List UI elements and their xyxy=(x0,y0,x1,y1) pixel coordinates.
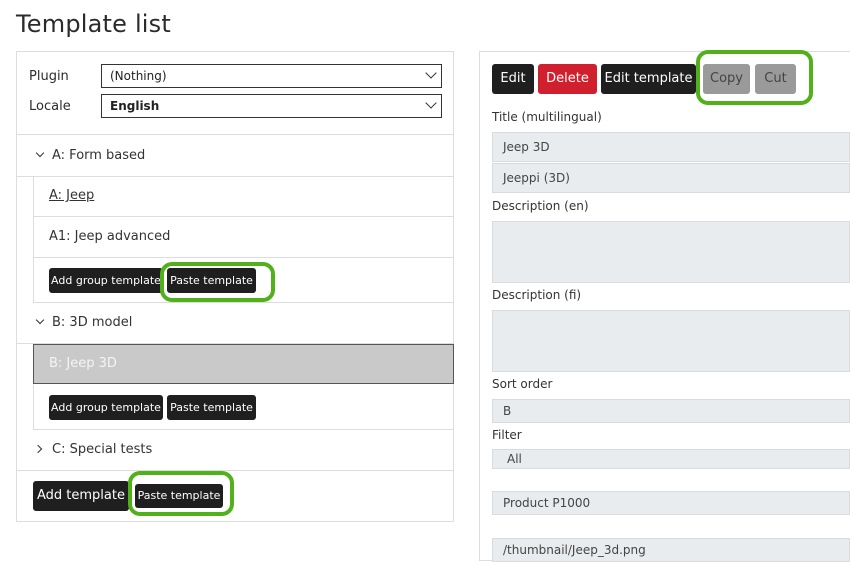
copy-cut-highlight-ring xyxy=(696,50,813,105)
group-a-header[interactable]: A: Form based xyxy=(17,136,453,177)
filter-field[interactable]: All xyxy=(492,449,850,469)
template-item-b-jeep-3d[interactable]: B: Jeep 3D xyxy=(33,344,454,384)
paste-highlight-ring xyxy=(128,471,234,516)
plugin-label: Plugin xyxy=(29,69,69,84)
chevron-down-icon xyxy=(35,315,45,325)
template-item-a1-jeep-advanced[interactable]: A1: Jeep advanced xyxy=(33,217,453,258)
paste-highlight-ring xyxy=(160,262,275,302)
description-en-label: Description (en) xyxy=(492,199,589,213)
description-fi-label: Description (fi) xyxy=(492,288,582,302)
product-field[interactable]: Product P1000 xyxy=(492,491,850,515)
template-item-label: B: Jeep 3D xyxy=(49,356,117,371)
product-value: Product P1000 xyxy=(503,496,591,510)
sort-order-value: B xyxy=(503,404,512,418)
sort-order-field[interactable]: B xyxy=(492,399,850,423)
edit-button[interactable]: Edit xyxy=(492,64,534,94)
template-item-a-jeep[interactable]: A: Jeep xyxy=(33,177,453,217)
locale-select-value: English xyxy=(110,99,160,113)
edit-template-button[interactable]: Edit template xyxy=(601,64,696,94)
title-fi-value: Jeeppi (3D) xyxy=(503,171,570,185)
thumbnail-field[interactable]: /thumbnail/Jeep_3d.png xyxy=(492,538,850,562)
paste-template-button[interactable]: Paste template xyxy=(167,395,256,420)
sort-order-label: Sort order xyxy=(492,377,553,391)
chevron-down-icon xyxy=(425,97,437,109)
filter-label: Filter xyxy=(492,428,522,442)
chevron-down-icon xyxy=(35,148,45,158)
group-a-label: A: Form based xyxy=(52,148,146,163)
locale-label: Locale xyxy=(29,99,71,114)
chevron-down-icon xyxy=(425,67,437,79)
add-template-button[interactable]: Add template xyxy=(33,481,129,511)
delete-button[interactable]: Delete xyxy=(538,64,597,94)
thumbnail-value: /thumbnail/Jeep_3d.png xyxy=(503,543,646,557)
locale-select[interactable]: English xyxy=(101,94,442,118)
template-item-label[interactable]: A: Jeep xyxy=(49,188,94,203)
title-label: Title (multilingual) xyxy=(492,110,602,124)
title-en-field[interactable]: Jeep 3D xyxy=(492,132,850,162)
title-en-value: Jeep 3D xyxy=(503,140,550,154)
template-item-label: A1: Jeep advanced xyxy=(49,229,171,244)
filter-value: All xyxy=(507,452,522,466)
group-b-header[interactable]: B: 3D model xyxy=(17,303,453,344)
template-detail-panel xyxy=(479,51,850,561)
group-b-label: B: 3D model xyxy=(52,315,133,330)
description-fi-field[interactable] xyxy=(492,310,850,372)
add-group-template-button[interactable]: Add group template xyxy=(49,268,163,293)
group-c-header[interactable]: C: Special tests xyxy=(17,430,453,471)
plugin-select[interactable]: (Nothing) xyxy=(101,64,442,88)
page-title: Template list xyxy=(16,10,171,38)
title-fi-field[interactable]: Jeeppi (3D) xyxy=(492,163,850,193)
group-c-label: C: Special tests xyxy=(52,442,153,457)
plugin-select-value: (Nothing) xyxy=(110,69,167,83)
description-en-field[interactable] xyxy=(492,221,850,283)
chevron-right-icon xyxy=(33,444,43,454)
add-group-template-button[interactable]: Add group template xyxy=(49,395,163,420)
